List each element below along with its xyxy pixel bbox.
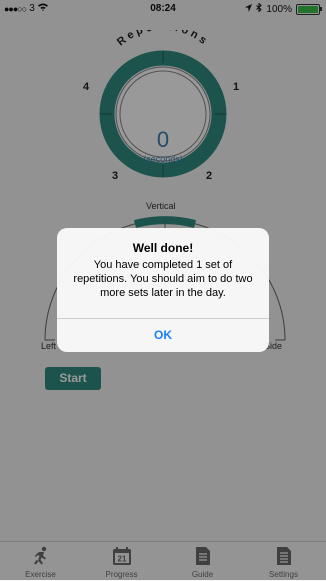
ok-button[interactable]: OK: [57, 319, 269, 352]
alert-message: You have completed 1 set of repetitions.…: [73, 259, 253, 299]
alert-title: Well done!: [132, 241, 194, 255]
alert-dialog: Well done! You have completed 1 set of r…: [57, 228, 269, 352]
